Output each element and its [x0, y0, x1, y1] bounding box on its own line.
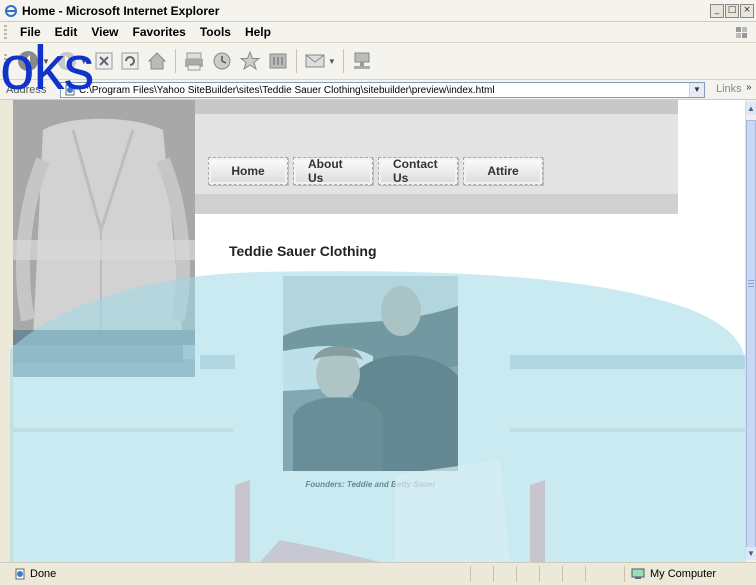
status-pane [562, 566, 585, 582]
refresh-button[interactable] [120, 46, 140, 76]
address-field[interactable]: C:\Program Files\Yahoo SiteBuilder\sites… [60, 82, 705, 98]
window-controls: _ □ × [710, 4, 754, 18]
media-button[interactable] [267, 46, 289, 76]
status-pane [470, 566, 493, 582]
back-icon [18, 51, 38, 71]
print-button[interactable] [183, 46, 205, 76]
menu-favorites[interactable]: Favorites [132, 25, 185, 39]
mail-button[interactable]: ▼ [304, 46, 336, 76]
nav-attire-button[interactable]: Attire [463, 157, 543, 185]
forward-button[interactable]: ▼ [56, 46, 88, 76]
window-title: Home - Microsoft Internet Explorer [22, 3, 220, 18]
scrollbar-thumb[interactable] [746, 120, 756, 557]
status-pane [493, 566, 516, 582]
page-icon [65, 84, 75, 96]
stop-button[interactable] [94, 46, 114, 76]
menu-help[interactable]: Help [245, 25, 271, 39]
scroll-up-arrow-icon[interactable]: ▲ [746, 102, 756, 115]
status-panes [470, 566, 608, 582]
my-computer-icon [631, 568, 645, 579]
home-button[interactable] [146, 46, 168, 76]
menu-bar: File Edit View Favorites Tools Help [0, 22, 756, 43]
nav-contact-button[interactable]: Contact Us [378, 157, 458, 185]
status-pane [516, 566, 539, 582]
model-photo [13, 100, 195, 377]
scrollbar-grip [748, 280, 754, 288]
founders-photo [283, 276, 458, 471]
status-bar: Done My Computer [0, 562, 756, 585]
refresh-icon [121, 52, 139, 70]
toolbar-grip[interactable] [4, 54, 7, 68]
address-label: Address [6, 83, 47, 96]
zone-label: My Computer [650, 568, 717, 580]
menu-file[interactable]: File [20, 25, 41, 39]
status-left: Done [14, 568, 56, 580]
network-icon [353, 52, 370, 69]
menu-tools[interactable]: Tools [200, 25, 231, 39]
page-viewport: Home About Us Contact Us Attire Teddie S… [13, 100, 745, 562]
address-dropdown-button[interactable]: ▼ [689, 83, 704, 97]
scroll-down-arrow-icon[interactable]: ▼ [746, 547, 756, 560]
site-nav: Home About Us Contact Us Attire [208, 157, 543, 185]
home-icon [147, 52, 167, 70]
menu-view[interactable]: View [91, 25, 118, 39]
menu-edit[interactable]: Edit [55, 25, 78, 39]
address-bar: Address C:\Program Files\Yahoo SiteBuild… [0, 80, 756, 100]
page-done-icon [15, 568, 25, 580]
status-pane [539, 566, 562, 582]
status-pane [585, 566, 608, 582]
standard-toolbar: ▼ ▼ ▼ [0, 43, 756, 80]
favorites-icon [239, 50, 261, 71]
print-icon [184, 52, 203, 71]
minimize-button[interactable]: _ [710, 4, 724, 18]
mail-icon [305, 54, 325, 68]
favorites-button[interactable] [239, 46, 261, 76]
network-button[interactable] [351, 46, 373, 76]
stop-icon [95, 52, 113, 70]
media-icon [269, 53, 287, 69]
address-url[interactable]: C:\Program Files\Yahoo SiteBuilder\sites… [79, 85, 689, 96]
nav-band-lower [195, 194, 678, 214]
ie-logo-icon [5, 4, 17, 17]
toolbar-separator [295, 49, 297, 73]
photo-caption: Founders: Teddie and Betty Sauer [305, 480, 436, 489]
toolbar-separator [342, 49, 344, 73]
maximize-button[interactable]: □ [725, 4, 739, 18]
back-button[interactable]: ▼ [16, 46, 50, 76]
windows-logo-icon [736, 27, 747, 38]
security-zone: My Computer [624, 566, 756, 582]
close-button[interactable]: × [740, 4, 754, 18]
title-bar: Home - Microsoft Internet Explorer _ □ × [0, 0, 756, 22]
forward-icon [57, 51, 77, 71]
status-text: Done [30, 568, 57, 580]
nav-about-button[interactable]: About Us [293, 157, 373, 185]
history-icon [213, 52, 231, 70]
links-label[interactable]: Links [716, 83, 742, 95]
toolbar-grip[interactable] [4, 25, 7, 39]
toolbar-separator [174, 49, 176, 73]
nav-home-button[interactable]: Home [208, 157, 288, 185]
vertical-scrollbar[interactable]: ▲ ▼ [745, 100, 756, 562]
history-button[interactable] [211, 46, 233, 76]
page-heading: Teddie Sauer Clothing [229, 243, 377, 259]
links-chevron-icon[interactable]: » [746, 82, 752, 93]
